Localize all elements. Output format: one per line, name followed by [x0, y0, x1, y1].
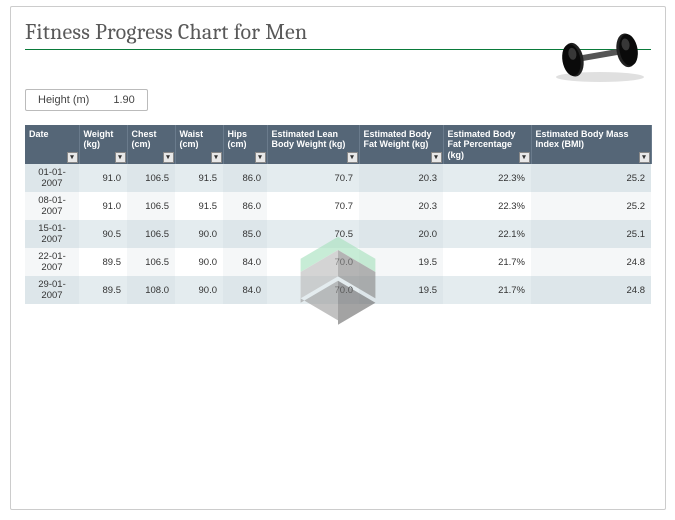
- header: Fitness Progress Chart for Men: [25, 19, 651, 75]
- cell-date: 29-01-2007: [25, 276, 79, 304]
- cell-hips: 85.0: [223, 220, 267, 248]
- cell-date: 01-01-2007: [25, 164, 79, 192]
- cell-hips: 86.0: [223, 192, 267, 220]
- cell-date: 08-01-2007: [25, 192, 79, 220]
- table-row[interactable]: 15-01-200790.5106.590.085.070.520.022.1%…: [25, 220, 651, 248]
- cell-chest: 106.5: [127, 220, 175, 248]
- filter-dropdown-icon[interactable]: ▾: [519, 152, 530, 163]
- cell-fat_pct: 22.1%: [443, 220, 531, 248]
- data-table: Date▾Weight (kg)▾Chest (cm)▾Waist (cm)▾H…: [25, 125, 652, 304]
- height-label: Height (m): [38, 94, 89, 106]
- filter-dropdown-icon[interactable]: ▾: [67, 152, 78, 163]
- cell-waist: 90.0: [175, 276, 223, 304]
- cell-fat_pct: 21.7%: [443, 276, 531, 304]
- height-box: Height (m) 1.90: [25, 89, 148, 111]
- column-header-label: Chest (cm): [132, 129, 157, 149]
- cell-fat_w: 20.3: [359, 192, 443, 220]
- filter-dropdown-icon[interactable]: ▾: [255, 152, 266, 163]
- cell-bmi: 25.1: [531, 220, 651, 248]
- cell-hips: 84.0: [223, 248, 267, 276]
- column-header-label: Estimated Body Fat Percentage (kg): [448, 129, 516, 160]
- cell-weight: 91.0: [79, 164, 127, 192]
- filter-dropdown-icon[interactable]: ▾: [211, 152, 222, 163]
- cell-fat_w: 19.5: [359, 276, 443, 304]
- height-value: 1.90: [113, 94, 134, 106]
- cell-fat_pct: 21.7%: [443, 248, 531, 276]
- cell-date: 15-01-2007: [25, 220, 79, 248]
- data-table-wrap: Date▾Weight (kg)▾Chest (cm)▾Waist (cm)▾H…: [25, 125, 651, 304]
- column-header[interactable]: Waist (cm) ▾: [175, 125, 223, 164]
- column-header[interactable]: Estimated Body Fat Percentage (kg)▾: [443, 125, 531, 164]
- cell-lean: 70.0: [267, 276, 359, 304]
- cell-hips: 84.0: [223, 276, 267, 304]
- cell-bmi: 24.8: [531, 248, 651, 276]
- cell-chest: 108.0: [127, 276, 175, 304]
- column-header-label: Estimated Body Mass Index (BMI): [536, 129, 629, 149]
- cell-weight: 90.5: [79, 220, 127, 248]
- document-frame: Fitness Progress Chart for Men Height (m…: [10, 6, 666, 510]
- column-header[interactable]: Chest (cm) ▾: [127, 125, 175, 164]
- table-row[interactable]: 01-01-200791.0106.591.586.070.720.322.3%…: [25, 164, 651, 192]
- column-header[interactable]: Estimated Body Mass Index (BMI) ▾: [531, 125, 651, 164]
- cell-hips: 86.0: [223, 164, 267, 192]
- cell-weight: 89.5: [79, 276, 127, 304]
- table-row[interactable]: 08-01-200791.0106.591.586.070.720.322.3%…: [25, 192, 651, 220]
- cell-waist: 91.5: [175, 192, 223, 220]
- cell-lean: 70.7: [267, 164, 359, 192]
- column-header-label: Estimated Body Fat Weight (kg): [364, 129, 432, 149]
- filter-dropdown-icon[interactable]: ▾: [639, 152, 650, 163]
- cell-date: 22-01-2007: [25, 248, 79, 276]
- cell-lean: 70.5: [267, 220, 359, 248]
- column-header[interactable]: Date ▾: [25, 125, 79, 164]
- cell-fat_w: 19.5: [359, 248, 443, 276]
- column-header-label: Hips (cm): [228, 129, 248, 149]
- column-header[interactable]: Hips (cm) ▾: [223, 125, 267, 164]
- cell-fat_pct: 22.3%: [443, 164, 531, 192]
- cell-fat_pct: 22.3%: [443, 192, 531, 220]
- dumbbell-image: [545, 25, 655, 83]
- cell-waist: 90.0: [175, 220, 223, 248]
- column-header-label: Waist (cm): [180, 129, 204, 149]
- filter-dropdown-icon[interactable]: ▾: [347, 152, 358, 163]
- cell-bmi: 24.8: [531, 276, 651, 304]
- table-header-row: Date▾Weight (kg)▾Chest (cm)▾Waist (cm)▾H…: [25, 125, 651, 164]
- cell-chest: 106.5: [127, 248, 175, 276]
- cell-chest: 106.5: [127, 164, 175, 192]
- cell-waist: 90.0: [175, 248, 223, 276]
- cell-lean: 70.0: [267, 248, 359, 276]
- cell-bmi: 25.2: [531, 192, 651, 220]
- column-header-label: Weight (kg): [84, 129, 114, 149]
- cell-chest: 106.5: [127, 192, 175, 220]
- filter-dropdown-icon[interactable]: ▾: [163, 152, 174, 163]
- cell-bmi: 25.2: [531, 164, 651, 192]
- cell-weight: 89.5: [79, 248, 127, 276]
- cell-waist: 91.5: [175, 164, 223, 192]
- cell-fat_w: 20.0: [359, 220, 443, 248]
- column-header-label: Date: [29, 129, 49, 139]
- cell-lean: 70.7: [267, 192, 359, 220]
- column-header[interactable]: Estimated Lean Body Weight (kg)▾: [267, 125, 359, 164]
- column-header[interactable]: Estimated Body Fat Weight (kg) ▾: [359, 125, 443, 164]
- filter-dropdown-icon[interactable]: ▾: [115, 152, 126, 163]
- table-row[interactable]: 22-01-200789.5106.590.084.070.019.521.7%…: [25, 248, 651, 276]
- cell-weight: 91.0: [79, 192, 127, 220]
- column-header[interactable]: Weight (kg)▾: [79, 125, 127, 164]
- table-row[interactable]: 29-01-200789.5108.090.084.070.019.521.7%…: [25, 276, 651, 304]
- column-header-label: Estimated Lean Body Weight (kg): [272, 129, 346, 149]
- filter-dropdown-icon[interactable]: ▾: [431, 152, 442, 163]
- cell-fat_w: 20.3: [359, 164, 443, 192]
